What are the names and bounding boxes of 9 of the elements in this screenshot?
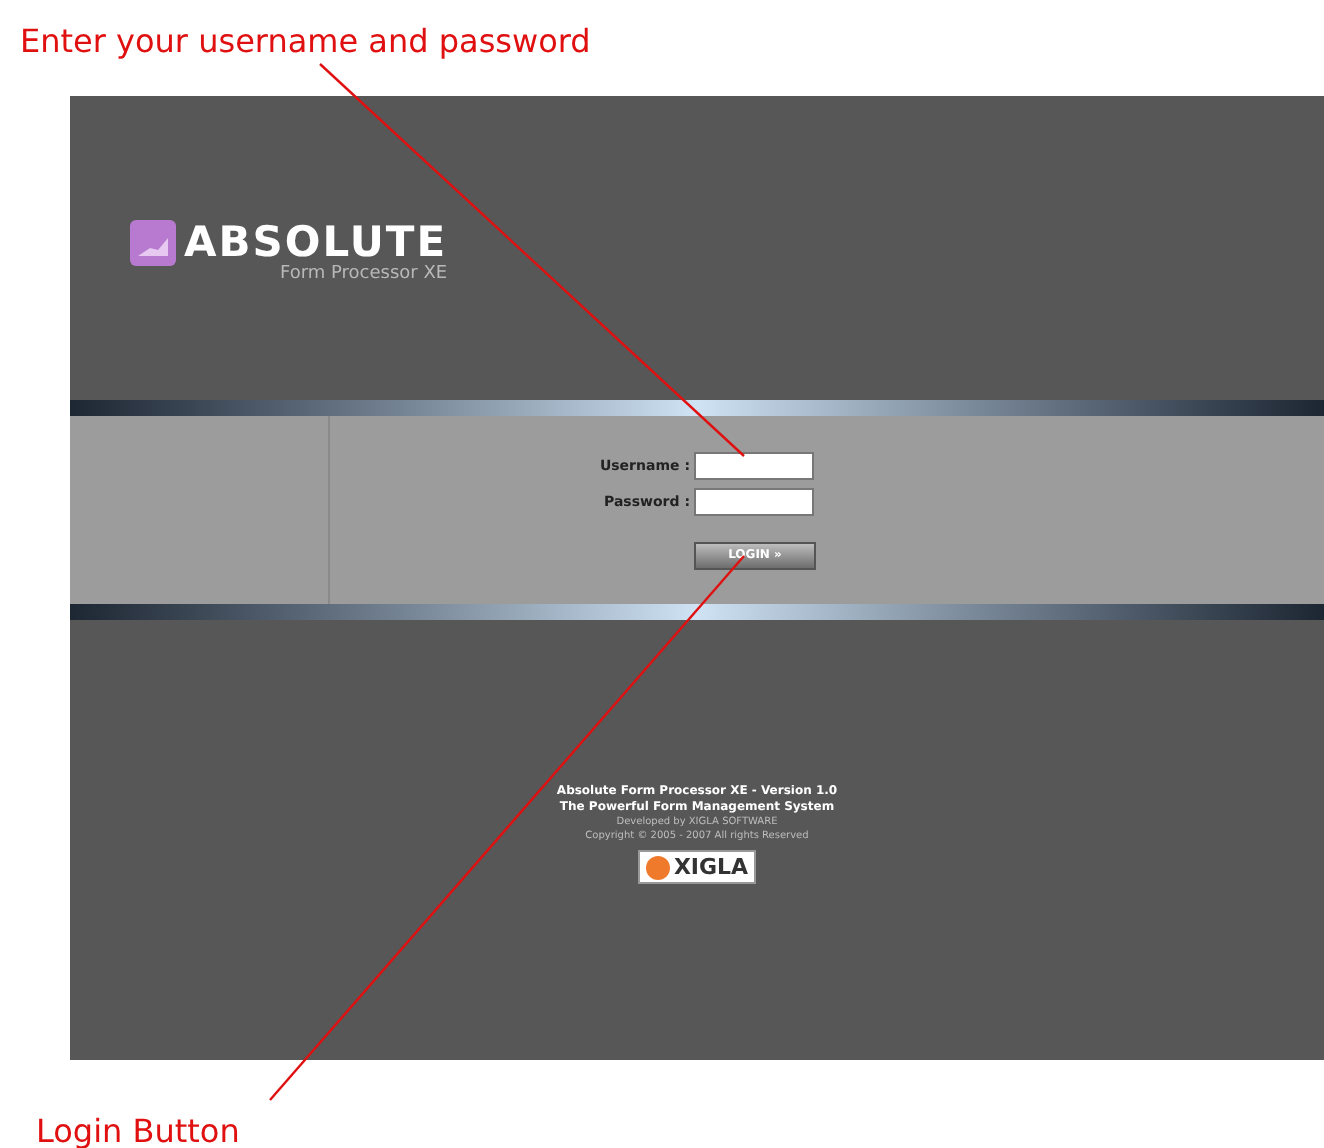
input-field[interactable] [694, 452, 814, 480]
input-field[interactable] [694, 488, 814, 516]
company-logo: XIGLA [637, 850, 757, 884]
annotation-label: Login Button [36, 1112, 240, 1148]
logo-icon [130, 220, 176, 266]
circle-icon [645, 855, 670, 879]
logo-subtitle: Form Processor XE [280, 264, 448, 284]
logo-title: ABSOLUTE [184, 220, 448, 264]
annotation-label: Enter your username and password [20, 22, 591, 60]
